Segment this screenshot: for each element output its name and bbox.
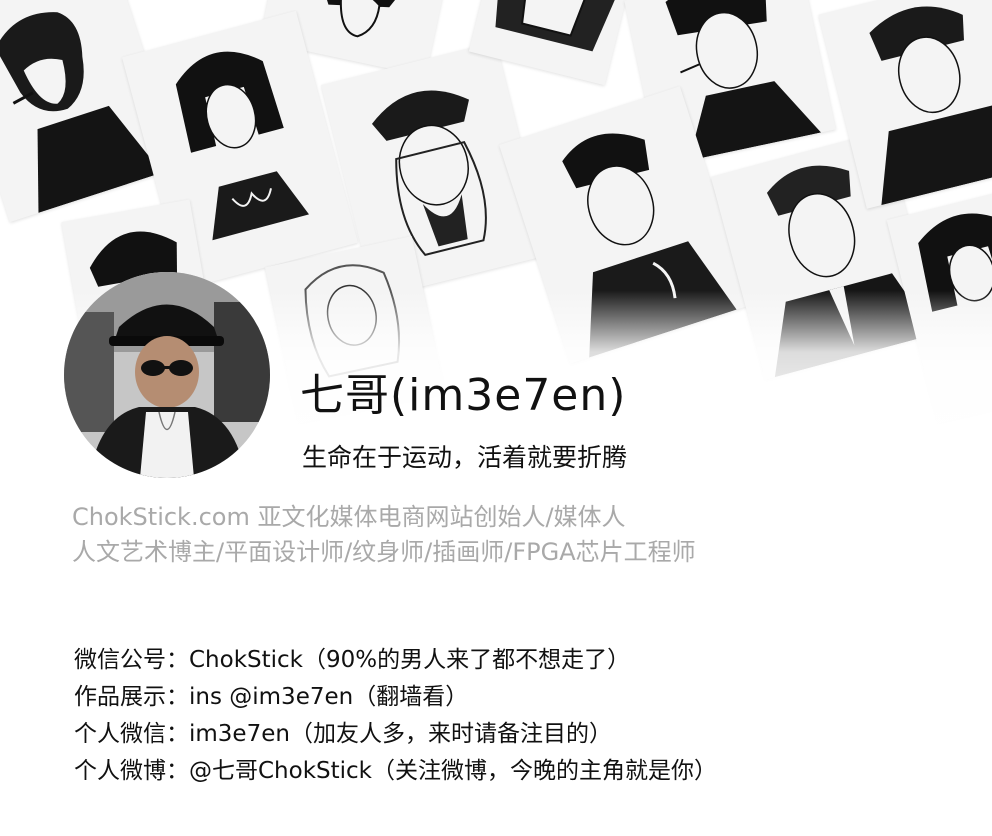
bio-line: 人文艺术博主/平面设计师/纹身师/插画师/FPGA芯片工程师 — [72, 538, 696, 566]
contact-instagram: 作品展示：ins @im3e7en（翻墙看） — [74, 679, 974, 716]
contact-weibo: 个人微博：@七哥ChokStick（关注微博，今晚的主角就是你） — [74, 753, 974, 790]
contact-label: 微信公号： — [74, 647, 189, 673]
contact-wechat-personal: 个人微信：im3e7en（加友人多，来时请备注目的） — [74, 716, 974, 753]
profile-name: 七哥(im3e7en) — [300, 370, 627, 421]
contact-value: im3e7en — [189, 721, 290, 747]
contact-note: （加友人多，来时请备注目的） — [289, 721, 612, 747]
contact-value: ChokStick — [189, 647, 304, 673]
contact-wechat-official: 微信公号：ChokStick（90%的男人来了都不想走了） — [74, 642, 974, 679]
contact-note: （90%的男人来了都不想走了） — [303, 647, 631, 673]
contact-value: @七哥ChokStick — [189, 758, 373, 784]
avatar — [64, 272, 270, 478]
bio-line: ChokStick.com 亚文化媒体电商网站创始人/媒体人 — [72, 503, 626, 531]
contact-note: （关注微博，今晚的主角就是你） — [372, 758, 718, 784]
contact-label: 作品展示： — [74, 684, 189, 710]
contact-label: 个人微信： — [74, 721, 189, 747]
contact-list: 微信公号：ChokStick（90%的男人来了都不想走了） 作品展示：ins @… — [74, 642, 974, 790]
contact-note: （翻墙看） — [353, 684, 469, 710]
bio-block: ChokStick.com 亚文化媒体电商网站创始人/媒体人 人文艺术博主/平面… — [72, 500, 952, 570]
profile-tagline: 生命在于运动，活着就要折腾 — [302, 443, 628, 472]
contact-value: ins @im3e7en — [189, 684, 354, 710]
contact-label: 个人微博： — [74, 758, 189, 784]
